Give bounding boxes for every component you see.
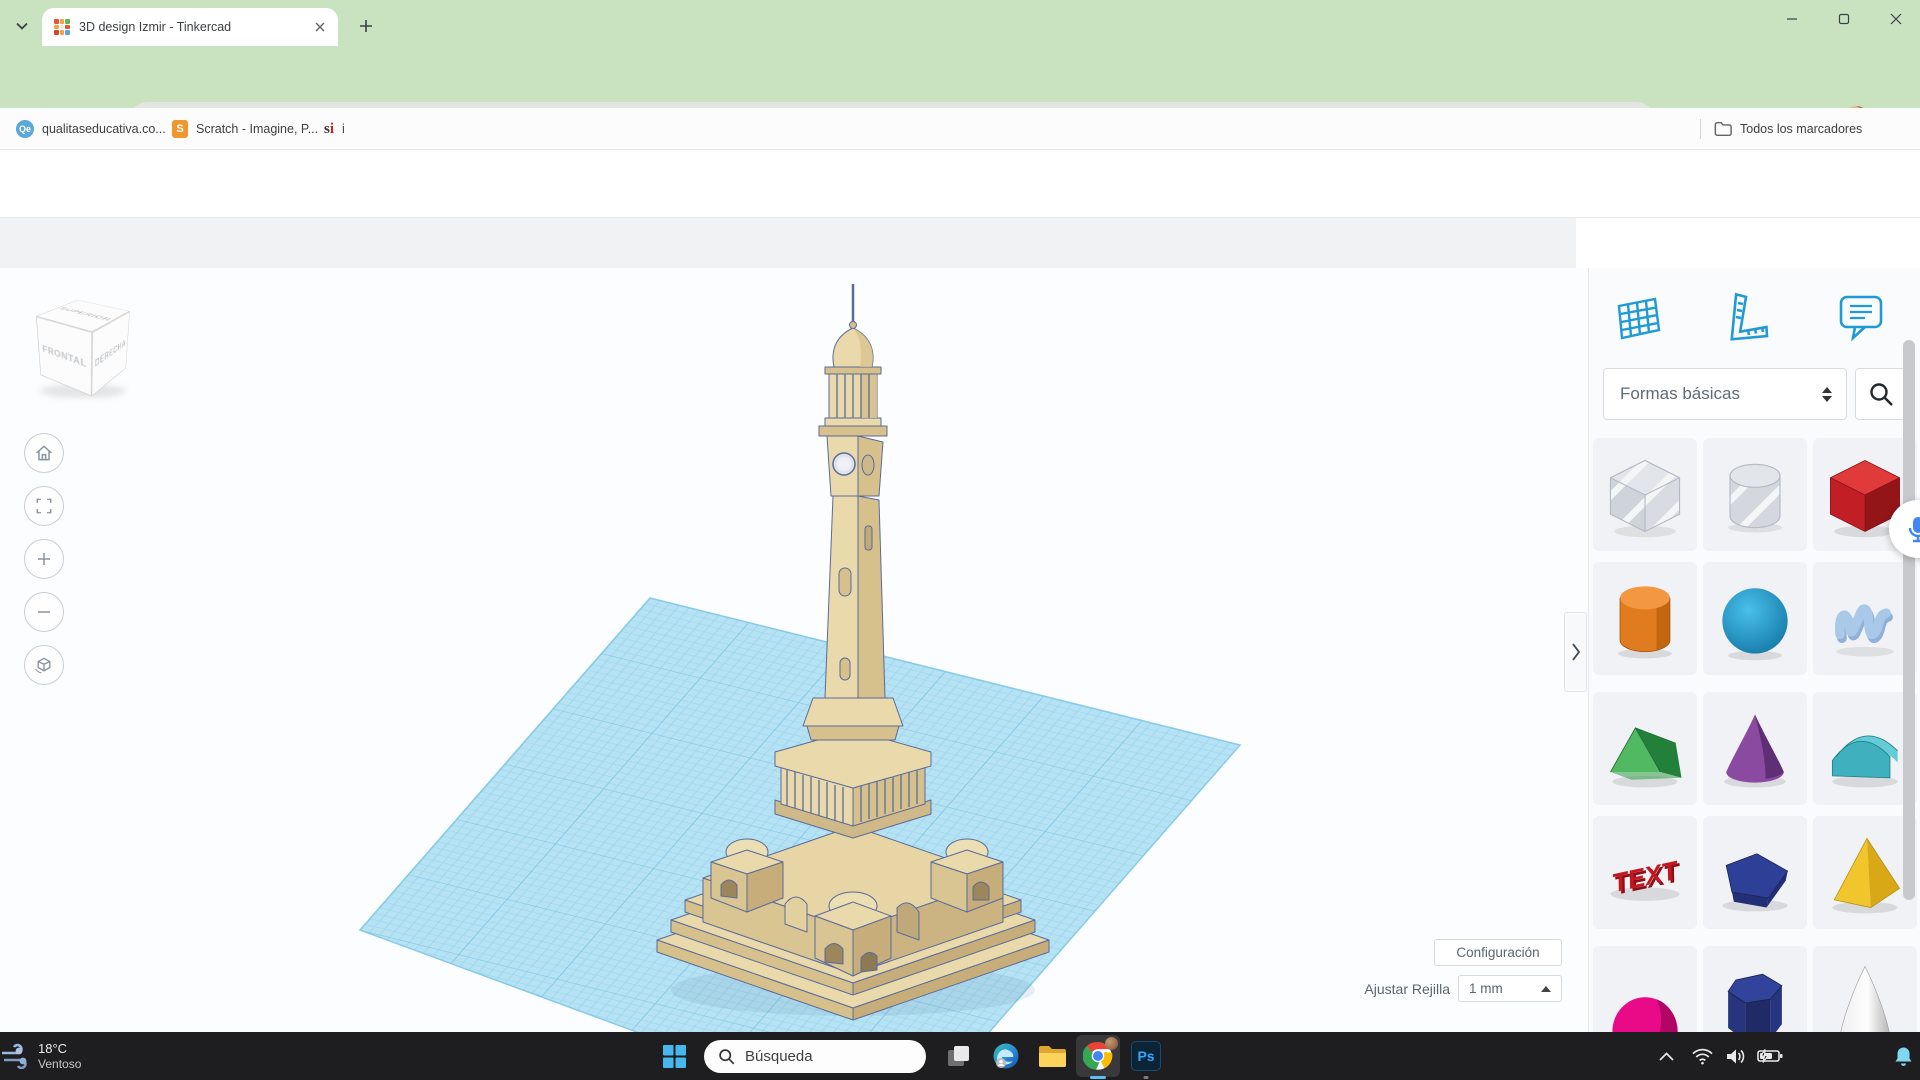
logo-cell [65,30,70,35]
logo-cell [65,25,70,30]
shape-magenta-paraboloid[interactable] [1593,946,1697,1032]
file-explorer-button[interactable] [1030,1035,1074,1077]
folder-icon [1038,1044,1067,1069]
fit-view-button[interactable] [24,486,64,526]
shape-teal-round-roof[interactable] [1813,692,1917,805]
volume-icon[interactable] [1722,1032,1750,1080]
window-maximize-button[interactable] [1824,4,1864,34]
tab-close-icon[interactable] [311,19,328,36]
shape-green-roof[interactable] [1593,692,1697,805]
taskbar: 18°C Ventoso Búsqueda [0,1032,1920,1080]
search-icon [718,1048,735,1065]
notification-bell-icon[interactable] [1890,1032,1916,1080]
shape-striped-cube[interactable] [1593,438,1697,551]
browser-tabstrip: 3D design Izmir - Tinkercad [0,0,1920,46]
photoshop-icon: Ps [1131,1041,1161,1071]
photoshop-app-button[interactable]: Ps [1124,1035,1168,1077]
toolbar-right-zone [1576,218,1920,268]
model-izmir-clock-tower[interactable] [635,278,1095,1028]
new-tab-button[interactable] [352,12,380,40]
shape-orange-cylinder[interactable] [1593,562,1697,675]
shape-navy-hexprism[interactable] [1703,946,1807,1032]
screen: 3D design Izmir - Tinkercad [0,0,1920,1080]
logo-cell [65,19,70,24]
perspective-toggle-button[interactable] [24,645,64,685]
tab-favicon [54,19,70,35]
shape-purple-cone[interactable] [1703,692,1807,805]
bookmark-favicon: Qe [16,120,34,138]
shape-yellow-pyramid[interactable] [1813,816,1917,929]
weather-condition: Ventoso [38,1057,81,1072]
panel-scrollbar[interactable] [1903,340,1915,900]
windows-logo-icon [662,1044,687,1069]
all-bookmarks-button[interactable]: Todos los marcadores [1714,108,1862,150]
shape-blue-scribble[interactable] [1813,562,1917,675]
bookmark-item[interactable]: S Scratch - Imagine, P... [172,108,318,150]
task-view-button[interactable] [936,1035,980,1077]
tray-expand-chevron-icon[interactable] [1652,1032,1680,1080]
app-toolbar: Importar Exportar Enviar a [0,218,1920,268]
start-button[interactable] [652,1035,696,1077]
zoom-in-button[interactable] [24,539,64,579]
running-app-indicator [1144,1076,1149,1079]
logo-cell [60,30,65,35]
wind-icon [0,1043,30,1069]
browser-tab[interactable]: 3D design Izmir - Tinkercad [42,8,338,46]
tinkercad-header: TINKERCAD Izmir [0,150,1920,218]
wifi-icon[interactable] [1688,1032,1716,1080]
shape-red-text[interactable]: TEXT TEXT [1593,816,1697,929]
snap-grid-dropdown[interactable]: 1 mm [1458,975,1562,1002]
weather-temp: 18°C [38,1041,81,1057]
home-view-button[interactable] [24,433,64,473]
shapes-panel: Formas básicas [1588,268,1920,1032]
logo-cell [54,19,59,24]
snap-grid-label: Ajustar Rejilla [1340,981,1450,997]
shape-striped-cylinder[interactable] [1703,438,1807,551]
shape-navy-polygon[interactable] [1703,816,1807,929]
bookmark-favicon: si [324,121,334,138]
tab-title: 3D design Izmir - Tinkercad [79,20,311,34]
edge-icon [992,1042,1020,1070]
window-close-button[interactable] [1876,4,1916,34]
bookmark-item[interactable]: si i [324,108,345,150]
logo-cell [54,25,59,30]
logo-cell [60,19,65,24]
window-minimize-button[interactable] [1772,4,1812,34]
folder-icon [1714,121,1732,137]
shape-silver-cone[interactable] [1813,946,1917,1032]
panel-collapse-handle[interactable] [1564,612,1587,692]
shape-grid: TEXT TEXT [1589,268,1920,1032]
taskbar-search-input[interactable]: Búsqueda [704,1040,926,1073]
chrome-profile-badge [1105,1037,1118,1050]
dropdown-up-arrow-icon [1541,986,1551,992]
battery-charging-icon[interactable] [1754,1032,1786,1080]
task-view-icon [946,1044,971,1069]
chrome-app-button[interactable] [1076,1035,1120,1077]
edge-app-button[interactable] [984,1035,1028,1077]
divider [1700,119,1701,139]
taskbar-search-placeholder: Búsqueda [745,1048,813,1065]
tab-search-chevron-icon[interactable] [10,14,34,38]
shape-blue-sphere[interactable] [1703,562,1807,675]
view-cube[interactable]: SUPERIOR FRONTAL DERECHA [30,288,140,408]
active-app-indicator [1090,1076,1106,1079]
zoom-out-button[interactable] [24,592,64,632]
snap-grid-value: 1 mm [1469,981,1503,996]
bookmarks-bar: Qe qualitaseducativa.co... S Scratch - I… [0,108,1920,150]
settings-button[interactable]: Configuración [1434,939,1562,966]
bookmark-favicon: S [172,120,188,138]
logo-cell [60,25,65,30]
browser-toolbar: tinkercad.com/things/9bl0NCeMCxo-izmir/e… [0,46,1920,108]
logo-cell [54,30,59,35]
bookmark-item[interactable]: Qe qualitaseducativa.co... [16,108,166,150]
microphone-icon [1903,514,1920,544]
viewport-3d[interactable]: SUPERIOR FRONTAL DERECHA [0,268,1588,1032]
